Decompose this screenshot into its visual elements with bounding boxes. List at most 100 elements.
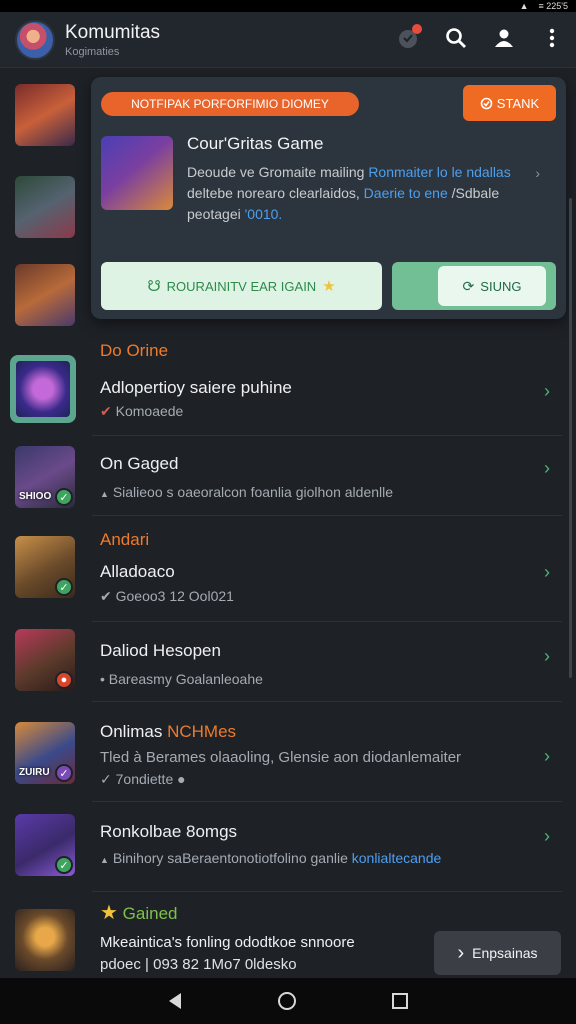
sign-button[interactable]: ⟳ SIUNG	[438, 266, 546, 306]
list-item-subtitle: ✔ Goeoo3 12 Ool021	[100, 588, 234, 605]
list-item-title: On Gaged	[100, 454, 179, 473]
desc-link[interactable]: '0010.	[245, 206, 283, 222]
chevron-right-icon[interactable]: ›	[535, 165, 540, 181]
profile-button[interactable]	[490, 24, 518, 52]
system-nav-bar	[0, 978, 576, 1024]
chevron-right-icon[interactable]: ›	[544, 381, 550, 402]
status-badge: ●	[55, 671, 73, 689]
status-badge: ✓	[55, 764, 73, 782]
section-header-online: Do Orine	[100, 341, 169, 360]
app-bar-titles: Komumitas Kogimaties	[65, 22, 160, 58]
more-options-button[interactable]	[538, 24, 566, 52]
list-item-subtitle: ✔ Komoaede	[100, 403, 183, 420]
join-game-label: ROURAINITV EAR IGAIN	[166, 278, 317, 294]
desc-text: peotagei	[187, 206, 245, 222]
status-badge: ✓	[55, 578, 73, 596]
chevron-right-icon[interactable]: ›	[544, 646, 550, 667]
community-avatar[interactable]	[15, 19, 55, 60]
game-thumbnail-selected[interactable]	[10, 355, 76, 423]
featured-game-image[interactable]	[101, 136, 173, 210]
thumbnail-label: ZUIRU	[19, 767, 50, 778]
join-game-button[interactable]: ☋ ROURAINITV EAR IGAIN ★	[101, 262, 382, 310]
search-button[interactable]	[442, 24, 470, 52]
profile-icon	[495, 29, 513, 47]
list-item-subtitle: pdoec | 093 82 1Mo7 0ldesko	[100, 956, 297, 973]
list-item-link[interactable]: konlialtecande	[352, 850, 442, 866]
notification-badge	[412, 24, 422, 34]
status-badge: ✓	[55, 856, 73, 874]
list-item-subtitle: ▲ Sialieoo s oaeoralcon foanlia giolhon …	[100, 484, 393, 500]
explore-button[interactable]: › Enpsainas	[434, 931, 561, 975]
game-art	[15, 176, 75, 238]
game-thumbnail[interactable]	[15, 176, 75, 238]
list-item[interactable]: Daliod Hesopen • Bareasmy Goalanleoahe ›	[92, 622, 562, 702]
explore-button-label: Enpsainas	[472, 945, 538, 961]
triangle-icon: ▲	[100, 489, 109, 499]
status-bar: ▲ ≡ 225'5	[0, 0, 576, 12]
list-item[interactable]: Onlimas NCHMes Tled à Berames olaaoling,…	[92, 702, 562, 802]
check-white-icon: ✔	[100, 588, 112, 604]
list-item-subtitle-text: Goeoo3 12 Ool021	[115, 588, 234, 604]
game-thumbnail[interactable]: ●	[15, 629, 75, 691]
game-thumbnail[interactable]: SHIOO ✓	[15, 446, 75, 508]
list-item-subtitle-text: Komoaede	[115, 403, 184, 419]
chevron-right-icon: ›	[457, 941, 465, 964]
desc-link[interactable]: Ronmaiter lo le ndallas	[368, 164, 510, 180]
recents-icon[interactable]	[391, 992, 409, 1010]
game-art	[16, 361, 70, 417]
chevron-right-icon[interactable]: ›	[544, 458, 550, 479]
desc-link[interactable]: Daerie to ene	[364, 185, 448, 201]
page-title: Komumitas	[65, 21, 161, 43]
notifications-button[interactable]	[394, 24, 422, 52]
featured-game-card: NOTFIPAK PORFORFIMIO DIOMEY STANK Cour'G…	[91, 77, 566, 319]
list-item-title: Daliod Hesopen	[100, 641, 221, 660]
game-thumbnail[interactable]: ✓	[15, 536, 75, 598]
chevron-right-icon[interactable]: ›	[544, 562, 550, 583]
list-item-subtitle-text: Sialieoo s oaeoralcon foanlia giolhon al…	[112, 484, 394, 500]
game-thumbnail[interactable]	[15, 84, 75, 146]
list-item[interactable]: Adlopertioy saiere puhine ✔ Komoaede ›	[92, 368, 562, 436]
game-thumbnail[interactable]	[15, 264, 75, 326]
sign-button-container: ⟳ SIUNG	[392, 262, 556, 310]
section-header-gained: ★ Gained	[100, 900, 178, 925]
battery-indicator: ≡ 225'5	[538, 1, 569, 11]
start-button[interactable]: STANK	[463, 85, 556, 121]
chevron-right-icon[interactable]: ›	[544, 746, 550, 767]
list-item[interactable]: Ronkolbae 8omgs ▲ Binihory saBeraentonot…	[92, 802, 562, 892]
page-subtitle: Kogimaties	[65, 45, 120, 58]
featured-tag: NOTFIPAK PORFORFIMIO DIOMEY	[101, 92, 359, 116]
list-item-subtitle: • Bareasmy Goalanleoahe	[100, 671, 263, 687]
list-item-title-text: Onlimas	[100, 722, 168, 741]
refresh-icon: ⟳	[462, 277, 475, 294]
game-thumbnail[interactable]: ✓	[15, 814, 75, 876]
list-item[interactable]: On Gaged ▲ Sialieoo s oaeoralcon foanlia…	[92, 436, 562, 516]
thumbnail-label: SHIOO	[19, 491, 52, 502]
game-art	[15, 909, 75, 971]
list-item[interactable]: Alladoaco ✔ Goeoo3 12 Ool021 ›	[92, 552, 562, 622]
list-item-subtitle-text: Binihory saBeraentonotiotfolino ganlie	[112, 850, 352, 866]
list-item-title-highlight: NCHMes	[167, 722, 237, 741]
signal-icon: ▲	[519, 1, 529, 11]
game-thumbnail[interactable]	[15, 909, 75, 971]
section-header-label: Gained	[122, 904, 178, 923]
check-white-icon: ✓	[100, 771, 112, 787]
list-item-subtitle-text: Bareasmy Goalanleoahe	[108, 671, 263, 687]
desc-text: Deoude ve Gromaite mailing	[187, 164, 369, 180]
list-item-title: Alladoaco	[100, 562, 175, 581]
back-icon[interactable]	[167, 992, 183, 1010]
list-item-title: Adlopertioy saiere puhine	[100, 378, 292, 397]
chevron-right-icon[interactable]: ›	[544, 826, 550, 847]
list-item-title: Onlimas NCHMes	[100, 722, 236, 742]
triangle-icon: ▲	[100, 855, 109, 865]
list-item-description: Tled à Berames olaaoling, Glensie aon di…	[100, 749, 462, 766]
list-item-subtitle-text: 7ondiette	[115, 771, 174, 787]
featured-game-description: Deoude ve Gromaite mailing Ronmaiter lo …	[187, 162, 537, 225]
desc-text: /Sdbale	[447, 185, 500, 201]
scrollbar[interactable]	[569, 198, 572, 678]
more-vert-icon	[549, 28, 555, 48]
sign-button-label: SIUNG	[480, 278, 522, 294]
home-icon[interactable]	[277, 991, 297, 1011]
game-thumbnail-column: SHIOO ✓ ✓ ● ZUIRU ✓ ✓	[0, 68, 90, 978]
game-thumbnail[interactable]: ZUIRU ✓	[15, 722, 75, 784]
star-icon: ★	[100, 902, 118, 924]
